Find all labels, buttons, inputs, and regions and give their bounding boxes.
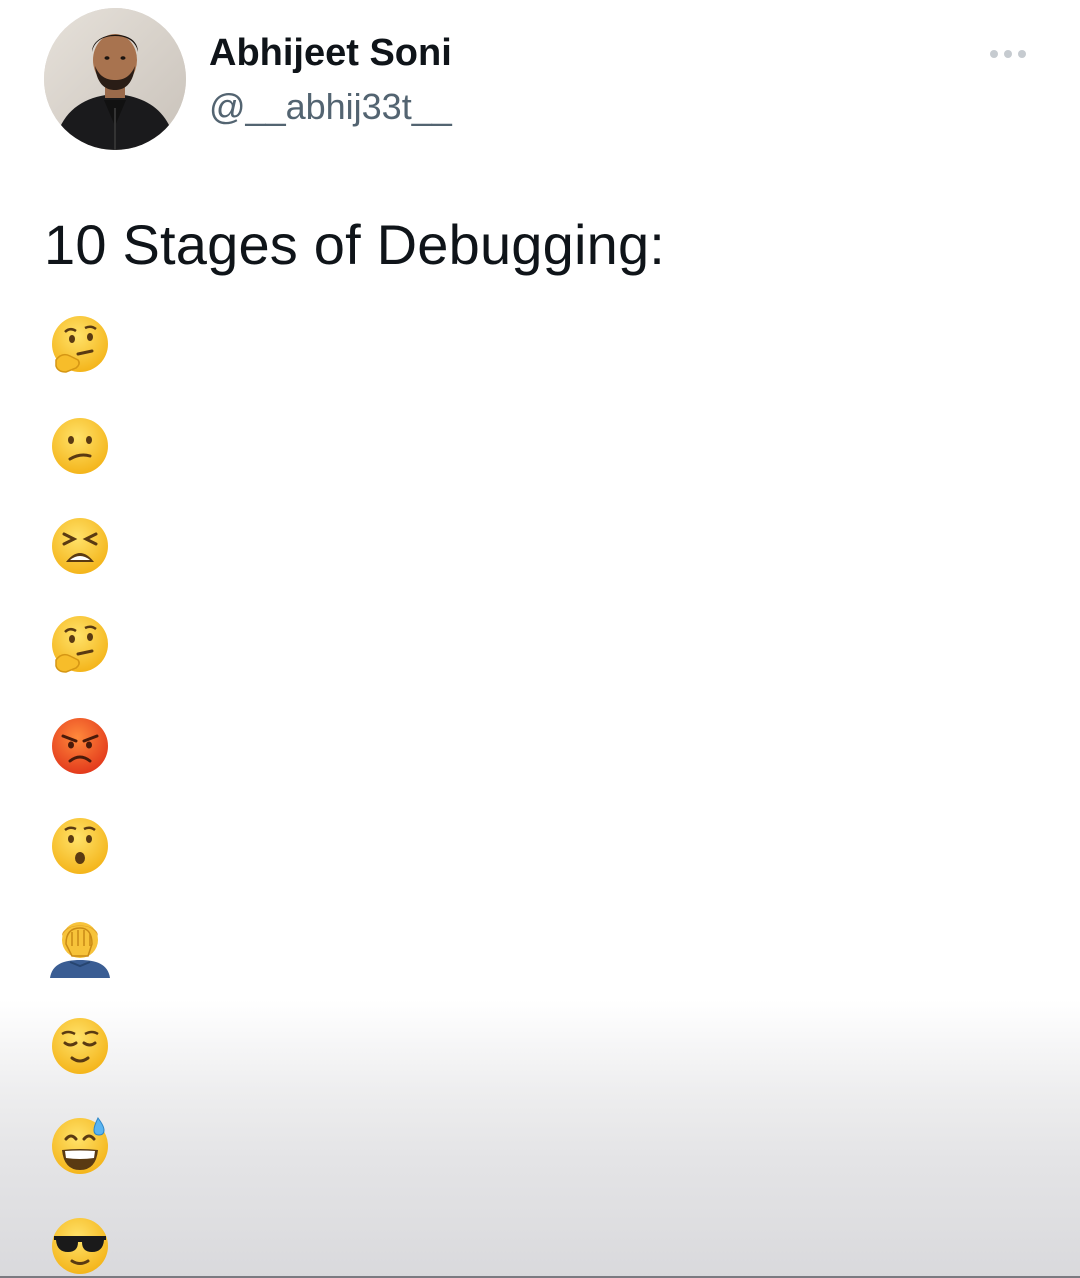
more-options-icon[interactable] — [990, 44, 1034, 64]
emoji-list — [48, 314, 118, 1278]
tweet-header: Abhijeet Soni @__abhij33t__ — [44, 8, 1044, 153]
confused-face-icon — [48, 414, 112, 478]
tweet-screenshot: Abhijeet Soni @__abhij33t__ 10 Stages of… — [0, 0, 1080, 1278]
grinning-sweat-face-icon — [48, 1114, 112, 1178]
author-name[interactable]: Abhijeet Soni — [209, 32, 452, 75]
tweet-text: 10 Stages of Debugging: — [44, 213, 666, 276]
thinking-face-icon — [48, 614, 112, 678]
tired-face-icon — [48, 514, 112, 578]
thinking-face-icon — [48, 314, 112, 378]
author-handle[interactable]: @__abhij33t__ — [209, 86, 452, 128]
hushed-face-icon — [48, 814, 112, 878]
relieved-face-icon — [48, 1014, 112, 1078]
sunglasses-face-icon — [48, 1214, 112, 1278]
facepalm-icon — [48, 914, 112, 978]
avatar[interactable] — [44, 8, 186, 150]
pouting-face-icon — [48, 714, 112, 778]
